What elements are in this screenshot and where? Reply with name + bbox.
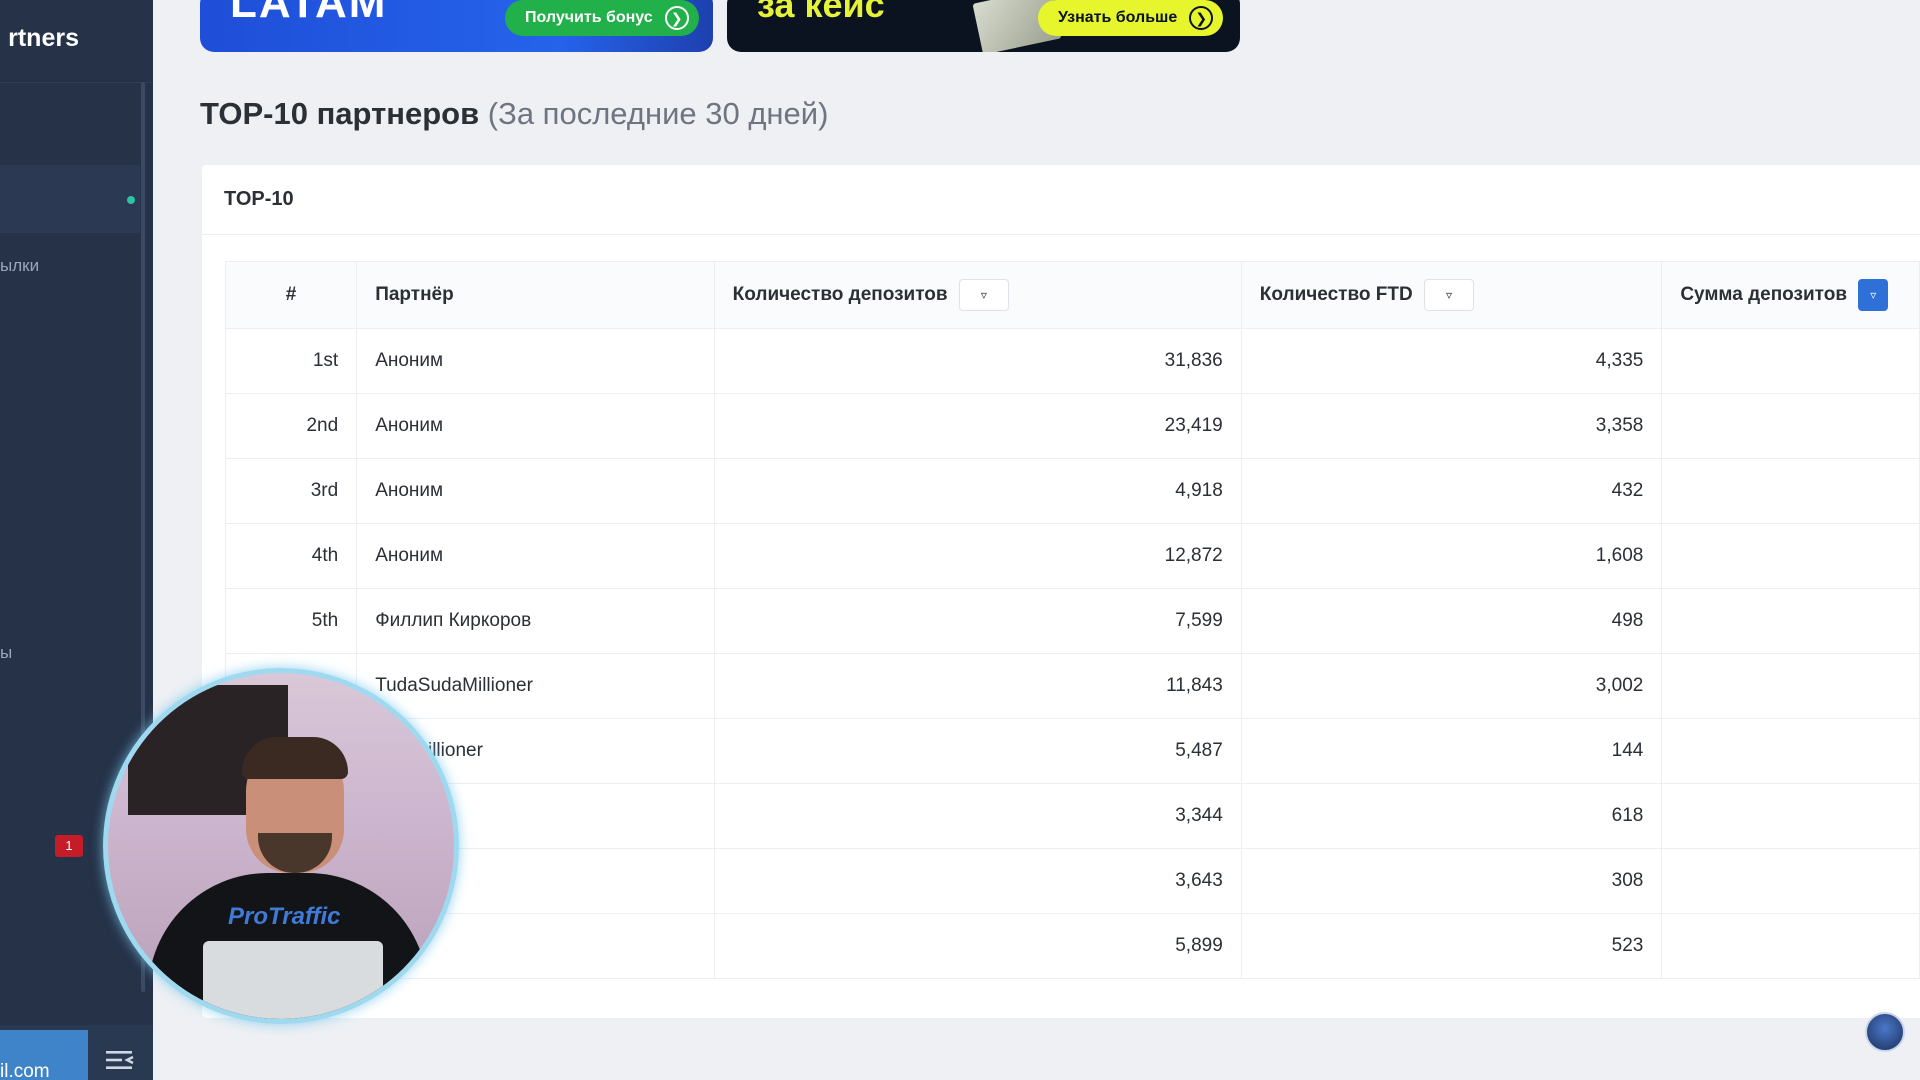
card-divider bbox=[202, 234, 1920, 235]
cell-partner: TudaSudaMillioner bbox=[356, 653, 715, 719]
cell-deposits: 5,487 bbox=[713, 718, 1242, 784]
cell-rank: 3rd bbox=[224, 458, 358, 524]
arrow-right-icon: ❯ bbox=[664, 6, 689, 30]
column-label-ftd: Количество FTD bbox=[1259, 284, 1413, 306]
user-email[interactable]: il.com bbox=[0, 1030, 88, 1080]
cell-partner: Филлип Киркоров bbox=[356, 588, 715, 654]
sort-ftd-button[interactable]: ▿ bbox=[1424, 279, 1474, 311]
cell-partner: Аноним bbox=[356, 328, 715, 394]
cell-deposits: 12,872 bbox=[713, 523, 1242, 589]
webcam-overlay: ProTraffic bbox=[103, 668, 459, 1024]
table-header-row: # Партнёр Количество депозитов ▿ Количес… bbox=[224, 261, 1920, 329]
cell-partner: Аноним bbox=[356, 393, 715, 459]
cell-ftd: 432 bbox=[1240, 458, 1663, 524]
cell-ftd: 498 bbox=[1240, 588, 1663, 654]
table-row: 3rd Аноним 4,918 432 bbox=[224, 458, 1920, 524]
cell-deposits: 11,843 bbox=[713, 653, 1242, 719]
page-title-period: (За последние 30 дней) bbox=[487, 96, 829, 131]
channel-logo-icon bbox=[1865, 1012, 1905, 1052]
cell-ftd: 308 bbox=[1240, 848, 1663, 914]
cell-deposits: 4,918 bbox=[713, 458, 1242, 524]
cell-ftd: 3,358 bbox=[1240, 393, 1663, 459]
cell-ftd: 144 bbox=[1240, 718, 1663, 784]
cell-ftd: 618 bbox=[1240, 783, 1663, 849]
table-row: uda millioner5,487144 bbox=[224, 718, 1920, 784]
table-row: 4th Аноним 12,872 1,608 bbox=[224, 523, 1920, 589]
get-bonus-button[interactable]: Получить бонус ❯ bbox=[505, 0, 699, 36]
cell-deposits: 31,836 bbox=[713, 328, 1242, 394]
table-row: TudaSudaMillioner 11,843 3,002 bbox=[224, 653, 1920, 719]
sidebar-divider bbox=[0, 82, 153, 83]
laptop bbox=[203, 941, 383, 1019]
banner-headline: LATAM bbox=[230, 0, 388, 27]
column-label-deposits: Количество депозитов bbox=[732, 284, 948, 306]
table-row: 1st Аноним 31,836 4,335 bbox=[224, 328, 1920, 394]
column-header-rank: # bbox=[224, 261, 358, 329]
table-row: r5,899523 bbox=[224, 913, 1920, 979]
cell-rank: 4th bbox=[224, 523, 358, 589]
cell-rank: 5th bbox=[224, 588, 358, 654]
cell-sum bbox=[1661, 783, 1920, 849]
cell-ftd: 523 bbox=[1240, 913, 1663, 979]
page-title: TOP-10 партнеров (За последние 30 дней) bbox=[200, 96, 828, 132]
menu-collapse-icon[interactable] bbox=[104, 1048, 136, 1072]
active-indicator-dot bbox=[127, 196, 135, 204]
top10-table: # Партнёр Количество депозитов ▿ Количес… bbox=[224, 261, 1920, 979]
cell-deposits: 23,419 bbox=[713, 393, 1242, 459]
notification-badge: 1 bbox=[55, 835, 83, 857]
cell-sum bbox=[1661, 458, 1920, 524]
promo-banner-case[interactable]: за кейс Узнать больше ❯ bbox=[727, 0, 1240, 52]
presenter-hair bbox=[242, 737, 348, 779]
promo-banner-latam[interactable]: LATAM Получить бонус ❯ bbox=[200, 0, 713, 52]
table-row: uss3,643308 bbox=[224, 848, 1920, 914]
cell-deposits: 7,599 bbox=[713, 588, 1242, 654]
brand-logo[interactable]: rtners bbox=[0, 24, 153, 56]
table-row: 5th Филлип Киркоров 7,599 498 bbox=[224, 588, 1920, 654]
get-bonus-label: Получить бонус bbox=[525, 9, 653, 26]
sort-deposits-button[interactable]: ▿ bbox=[958, 279, 1009, 311]
table-row: 3,344 618 bbox=[224, 783, 1920, 849]
cell-ftd: 4,335 bbox=[1240, 328, 1663, 394]
column-header-ftd: Количество FTD ▿ bbox=[1240, 261, 1663, 329]
sidebar-item-active[interactable] bbox=[0, 165, 140, 233]
cell-rank: 1st bbox=[224, 328, 358, 394]
shirt-logo-text: ProTraffic bbox=[228, 903, 341, 930]
cell-deposits: 3,344 bbox=[713, 783, 1242, 849]
cell-deposits: 5,899 bbox=[713, 913, 1242, 979]
cell-sum bbox=[1661, 393, 1920, 459]
column-header-partner: Партнёр bbox=[356, 261, 715, 329]
cell-sum bbox=[1661, 653, 1920, 719]
cell-partner: Аноним bbox=[356, 523, 715, 589]
banner-headline: за кейс bbox=[757, 0, 885, 25]
cell-sum bbox=[1661, 588, 1920, 654]
learn-more-label: Узнать больше bbox=[1058, 9, 1178, 26]
cell-ftd: 1,608 bbox=[1240, 523, 1663, 589]
column-header-sum: Сумма депозитов ▿ bbox=[1661, 261, 1920, 329]
cell-sum bbox=[1661, 848, 1920, 914]
sidebar-item-partial[interactable]: ы bbox=[0, 643, 12, 663]
cell-ftd: 3,002 bbox=[1240, 653, 1663, 719]
page-title-main: TOP-10 партнеров bbox=[200, 96, 480, 131]
column-header-deposits: Количество депозитов ▿ bbox=[713, 261, 1242, 329]
arrow-right-icon: ❯ bbox=[1189, 6, 1214, 30]
table-row: 2nd Аноним 23,419 3,358 bbox=[224, 393, 1920, 459]
sidebar-item-links[interactable]: ылки bbox=[0, 256, 39, 276]
cell-deposits: 3,643 bbox=[713, 848, 1242, 914]
card-title: TOP-10 bbox=[224, 188, 294, 210]
cell-partner: Аноним bbox=[356, 458, 715, 524]
cell-sum bbox=[1661, 328, 1920, 394]
cell-sum bbox=[1661, 718, 1920, 784]
learn-more-button[interactable]: Узнать больше ❯ bbox=[1038, 0, 1224, 36]
cell-rank: 2nd bbox=[224, 393, 358, 459]
cell-sum bbox=[1661, 913, 1920, 979]
sort-sum-button[interactable]: ▿ bbox=[1858, 279, 1889, 311]
column-label-sum: Сумма депозитов bbox=[1680, 284, 1847, 306]
cell-sum bbox=[1661, 523, 1920, 589]
